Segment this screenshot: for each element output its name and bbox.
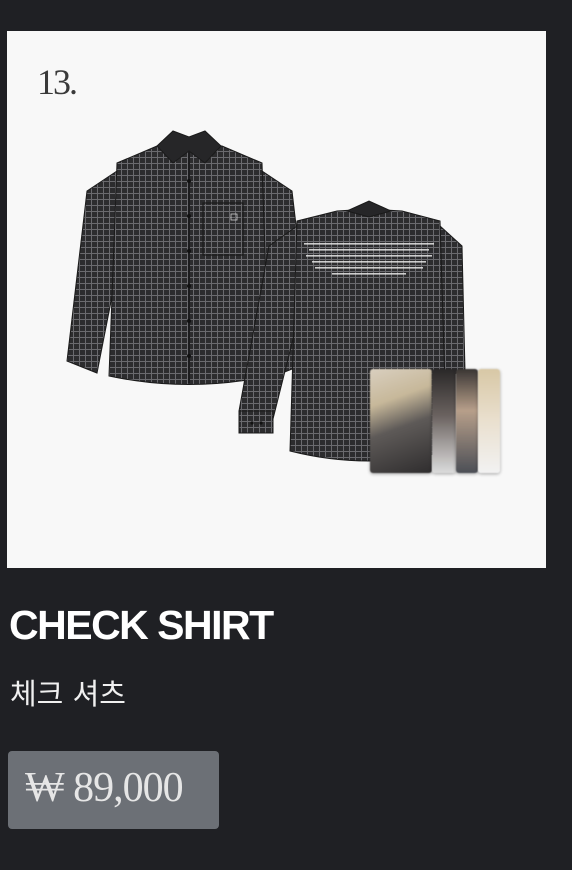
photocard-image — [432, 369, 456, 473]
photocard-image — [370, 369, 432, 473]
product-card[interactable]: 13. CHECK SHIRT 체크 셔츠 ₩ 89,000 — [0, 0, 572, 870]
product-image[interactable]: 13. — [7, 31, 546, 568]
price-badge: ₩ 89,000 — [8, 751, 219, 829]
product-subtitle-korean: 체크 셔츠 — [10, 677, 126, 711]
photocard-set — [370, 369, 500, 475]
price-text: ₩ 89,000 — [25, 765, 184, 811]
product-title: CHECK SHIRT — [9, 602, 274, 648]
check-shirt-icon — [66, 130, 466, 462]
photocard-image — [456, 369, 478, 473]
photocard-image — [478, 369, 500, 473]
